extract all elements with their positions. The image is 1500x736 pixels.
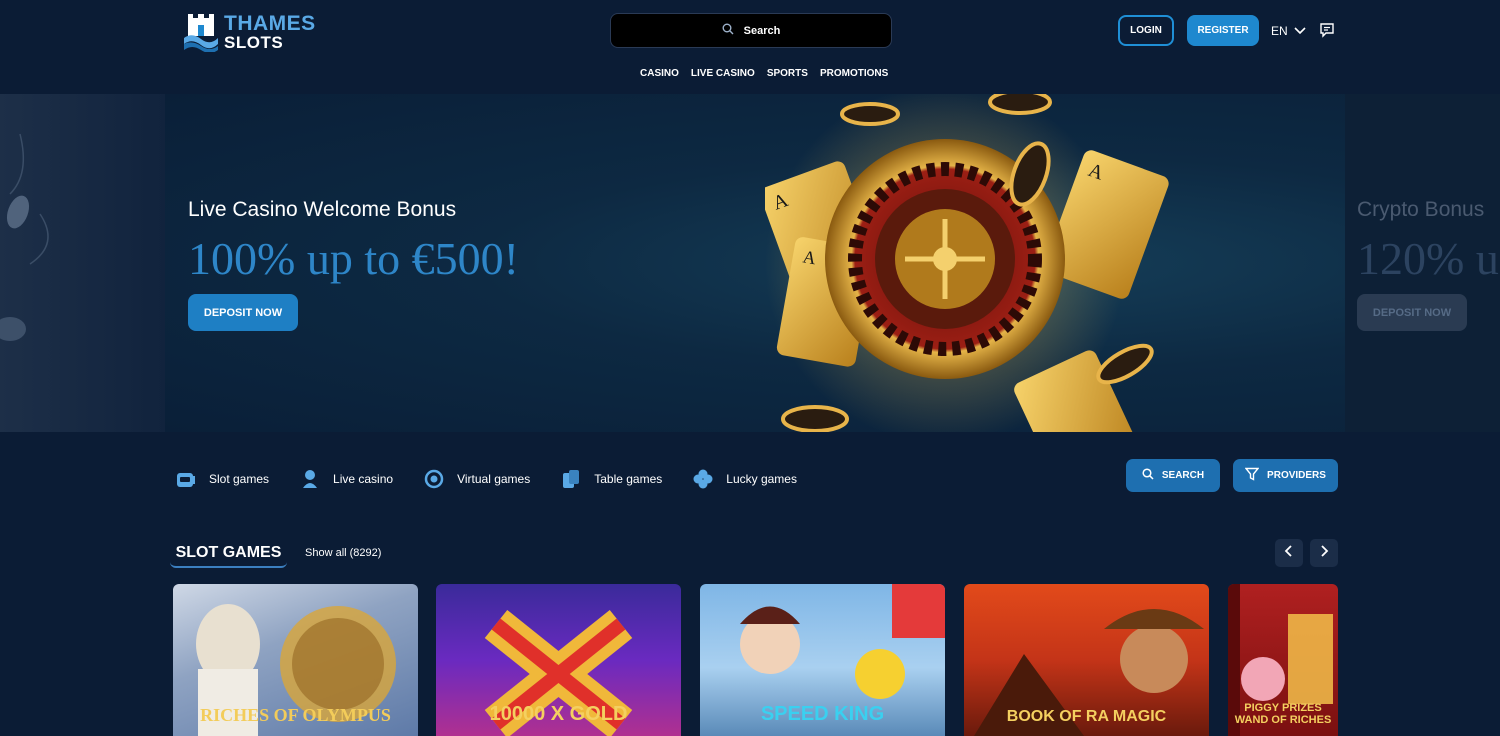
banner-title: Live Casino Welcome Bonus bbox=[188, 198, 457, 221]
game-card-speed-king[interactable]: SPEED KING bbox=[700, 584, 945, 736]
carousel-prev-button[interactable] bbox=[1275, 539, 1303, 567]
chevron-down-icon bbox=[1294, 24, 1306, 38]
category-table-games[interactable]: Table games bbox=[560, 468, 662, 490]
nav-item-casino[interactable]: CASINO bbox=[640, 68, 679, 82]
category-label: Virtual games bbox=[457, 472, 531, 486]
category-slot-games[interactable]: Slot games bbox=[175, 468, 269, 490]
nav-item-live-casino[interactable]: LIVE CASINO bbox=[691, 68, 755, 82]
logo-line-1: THAMES bbox=[224, 12, 316, 35]
site-header: THAMES SLOTS Search LOGIN REGISTER EN CA… bbox=[0, 0, 1500, 94]
previous-slide-preview[interactable] bbox=[0, 94, 165, 432]
next-slide-amount: 120% u bbox=[1357, 233, 1499, 284]
show-all-link[interactable]: Show all (8292) bbox=[305, 547, 381, 559]
nav-item-sports[interactable]: SPORTS bbox=[767, 68, 808, 82]
cards-icon bbox=[560, 468, 582, 490]
login-button[interactable]: LOGIN bbox=[1118, 15, 1174, 46]
search-icon bbox=[1142, 468, 1154, 483]
chevron-right-icon bbox=[1319, 544, 1329, 562]
section-title-slot-games[interactable]: SLOT GAMES bbox=[170, 540, 287, 568]
dealer-icon bbox=[299, 468, 321, 490]
search-input[interactable]: Search bbox=[610, 13, 892, 48]
game-search-label: SEARCH bbox=[1161, 470, 1205, 481]
game-title: PIGGY PRIZES WAND OF RICHES bbox=[1234, 702, 1332, 726]
providers-button[interactable]: PROVIDERS bbox=[1233, 459, 1338, 492]
game-categories: Slot games Live casino Virtual games Tab… bbox=[175, 464, 827, 494]
category-label: Table games bbox=[594, 472, 663, 486]
virtual-icon bbox=[423, 468, 445, 490]
banner-amount: 100% up to €500! bbox=[188, 233, 519, 284]
category-label: Slot games bbox=[209, 472, 270, 486]
roulette-illustration: A A A bbox=[760, 94, 1185, 432]
search-placeholder: Search bbox=[743, 24, 781, 37]
carousel-next-button[interactable] bbox=[1310, 539, 1338, 567]
nav-item-promotions[interactable]: PROMOTIONS bbox=[820, 68, 888, 82]
next-slide-title: Crypto Bonus bbox=[1357, 198, 1485, 221]
game-title: SPEED KING bbox=[760, 703, 885, 725]
site-logo[interactable]: THAMES SLOTS bbox=[184, 10, 334, 54]
game-search-button[interactable]: SEARCH bbox=[1126, 459, 1220, 492]
category-lucky-games[interactable]: Lucky games bbox=[692, 468, 797, 490]
game-card-10000x-gold[interactable]: 10000 X GOLD bbox=[436, 584, 681, 736]
category-label: Live casino bbox=[333, 472, 394, 486]
clover-icon bbox=[692, 468, 714, 490]
search-icon bbox=[722, 22, 734, 40]
filter-icon bbox=[1244, 467, 1260, 484]
register-button[interactable]: REGISTER bbox=[1187, 15, 1259, 46]
game-title: RICHES OF OLYMPUS bbox=[200, 705, 391, 725]
language-selector[interactable]: EN bbox=[1271, 22, 1306, 40]
game-title: BOOK OF RA MAGIC bbox=[1006, 708, 1167, 725]
current-slide: Live Casino Welcome Bonus 100% up to €50… bbox=[165, 94, 1345, 432]
language-label: EN bbox=[1271, 24, 1288, 38]
chevron-left-icon bbox=[1284, 544, 1294, 562]
game-card-piggy-prizes[interactable]: PIGGY PRIZES WAND OF RICHES bbox=[1228, 584, 1338, 736]
castle-logo-icon bbox=[184, 12, 218, 53]
game-title: 10000 X GOLD bbox=[489, 703, 628, 725]
category-virtual-games[interactable]: Virtual games bbox=[423, 468, 530, 490]
game-card-riches-of-olympus[interactable]: RICHES OF OLYMPUS bbox=[173, 584, 418, 736]
game-card-book-of-ra-magic[interactable]: BOOK OF RA MAGIC bbox=[964, 584, 1209, 736]
promo-banner-carousel: Live Casino Welcome Bonus 100% up to €50… bbox=[0, 94, 1500, 432]
next-slide-preview[interactable]: Crypto Bonus 120% u DEPOSIT NOW bbox=[1345, 94, 1500, 432]
logo-line-2: SLOTS bbox=[224, 33, 284, 52]
next-slide-deposit-button[interactable]: DEPOSIT NOW bbox=[1357, 294, 1467, 331]
main-nav: CASINO LIVE CASINO SPORTS PROMOTIONS bbox=[640, 68, 888, 82]
deposit-now-button[interactable]: DEPOSIT NOW bbox=[188, 294, 298, 331]
slot-machine-icon bbox=[175, 468, 197, 490]
chat-icon[interactable] bbox=[1319, 22, 1337, 40]
category-label: Lucky games bbox=[726, 472, 797, 486]
providers-label: PROVIDERS bbox=[1267, 470, 1326, 481]
category-live-casino[interactable]: Live casino bbox=[299, 468, 393, 490]
